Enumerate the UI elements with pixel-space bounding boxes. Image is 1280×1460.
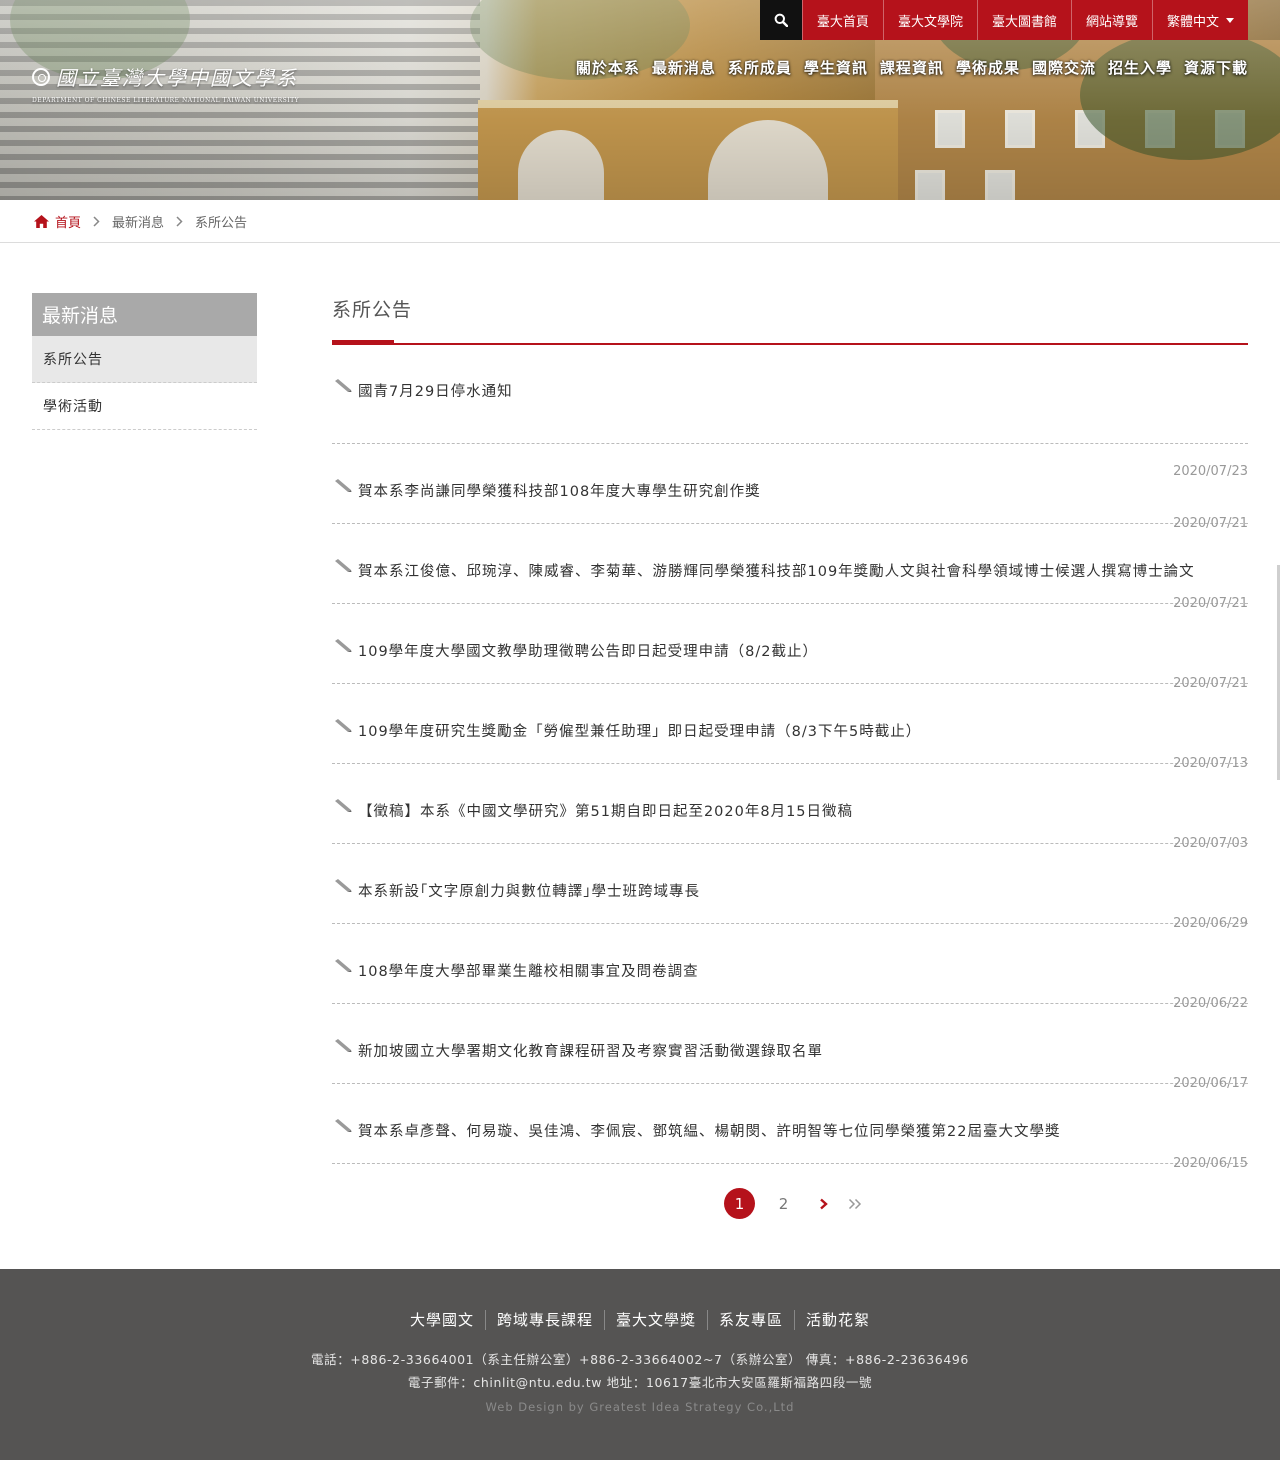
nav-student-info[interactable]: 學生資訊 (804, 57, 868, 78)
breadcrumb-current: 系所公告 (195, 215, 248, 231)
announcement-title[interactable]: 賀本系李尚謙同學榮獲科技部108年度大專學生研究創作獎 (358, 480, 1238, 501)
pagination: 1 2 (724, 1188, 876, 1219)
announcement-title[interactable]: 賀本系卓彥聲、何易璇、吳佳鴻、李佩宸、鄧筑緼、楊朝閔、許明智等七位同學榮獲第22… (358, 1120, 1238, 1141)
announcement-title[interactable]: 109學年度研究生獎勵金「勞僱型兼任助理」即日起受理申請（8/3下午5時截止） (358, 720, 1238, 741)
page-1-button[interactable]: 1 (724, 1188, 755, 1219)
footer-credit: Web Design by Greatest Idea Strategy Co.… (485, 1400, 795, 1414)
breadcrumb-news[interactable]: 最新消息 (112, 212, 164, 231)
nav-research[interactable]: 學術成果 (956, 57, 1020, 78)
nav-about[interactable]: 關於本系 (576, 57, 640, 78)
pencil-icon (335, 639, 352, 652)
list-item[interactable]: 109學年度大學國文教學助理徵聘公告即日起受理申請（8/2截止） 2020/07… (332, 604, 1248, 691)
announcement-title[interactable]: 109學年度大學國文教學助理徵聘公告即日起受理申請（8/2截止） (358, 640, 1238, 661)
footer-link-alumni[interactable]: 系友專區 (707, 1310, 794, 1330)
header-banner: 國立臺灣大學中國文學系 DEPARTMENT OF CHINESE LITERA… (0, 0, 1280, 200)
pencil-icon (335, 479, 352, 492)
main-content: 系所公告 國青7月29日停水通知 2020/07/23 賀本系李尚謙同學榮獲科技… (332, 293, 1248, 1171)
chevron-right-icon (819, 1198, 828, 1209)
footer-contact-address: 電子郵件：chinlit@ntu.edu.tw 地址：10617臺北市大安區羅斯… (407, 1375, 873, 1390)
site-logo[interactable]: 國立臺灣大學中國文學系 DEPARTMENT OF CHINESE LITERA… (32, 62, 299, 104)
top-link-college-of-liberal-arts[interactable]: 臺大文學院 (882, 0, 977, 40)
breadcrumb-home[interactable]: 首頁 (34, 212, 81, 231)
footer-link-cross-domain-courses[interactable]: 跨域專長課程 (484, 1310, 604, 1330)
footer: 大學國文 跨域專長課程 臺大文學獎 系友專區 活動花絮 電話：+886-2-33… (0, 1269, 1280, 1460)
list-item[interactable]: 109學年度研究生獎勵金「勞僱型兼任助理」即日起受理申請（8/3下午5時截止） … (332, 684, 1248, 771)
list-item[interactable]: 賀本系卓彥聲、何易璇、吳佳鴻、李佩宸、鄧筑緼、楊朝閔、許明智等七位同學榮獲第22… (332, 1084, 1248, 1171)
nav-international[interactable]: 國際交流 (1032, 57, 1096, 78)
page-2-button[interactable]: 2 (768, 1188, 799, 1219)
pencil-icon (335, 379, 352, 392)
language-select[interactable]: 繁體中文 (1151, 0, 1248, 40)
nav-downloads[interactable]: 資源下載 (1184, 57, 1248, 78)
footer-link-gallery[interactable]: 活動花絮 (794, 1310, 881, 1330)
top-link-ntu-library[interactable]: 臺大圖書館 (976, 0, 1071, 40)
list-item[interactable]: 賀本系李尚謙同學榮獲科技部108年度大專學生研究創作獎 2020/07/21 (332, 444, 1248, 531)
search-button[interactable] (759, 0, 802, 40)
page-title: 系所公告 (332, 299, 413, 321)
next-page-button[interactable] (812, 1188, 834, 1219)
top-utility-bar: 臺大首頁 臺大文學院 臺大圖書館 網站導覽 繁體中文 (759, 0, 1248, 40)
logo-english-name: DEPARTMENT OF CHINESE LITERATURE NATIONA… (32, 97, 300, 104)
breadcrumb: 首頁 最新消息 系所公告 (0, 200, 1280, 243)
announcement-title[interactable]: 賀本系江俊億、邱琬淳、陳威睿、李菊華、游勝輝同學榮獲科技部109年獎勵人文與社會… (358, 560, 1238, 581)
nav-admissions[interactable]: 招生入學 (1108, 57, 1172, 78)
nav-members[interactable]: 系所成員 (728, 57, 792, 78)
pencil-icon (335, 879, 352, 892)
caret-down-icon (1226, 17, 1234, 23)
sidebar-heading: 最新消息 (32, 293, 257, 336)
announcement-title[interactable]: 國青7月29日停水通知 (358, 380, 1238, 401)
double-chevron-right-icon (848, 1198, 862, 1209)
ntu-seal-icon (32, 67, 50, 86)
chevron-right-icon (93, 215, 100, 227)
list-item[interactable]: 國青7月29日停水通知 2020/07/23 (332, 345, 1248, 479)
sidebar-item-academic-events[interactable]: 學術活動 (32, 383, 257, 430)
announcement-title[interactable]: 108學年度大學部畢業生離校相關事宜及問卷調查 (358, 960, 1238, 981)
top-link-sitemap[interactable]: 網站導覽 (1070, 0, 1152, 40)
search-icon (774, 13, 788, 27)
list-item[interactable]: 賀本系江俊億、邱琬淳、陳威睿、李菊華、游勝輝同學榮獲科技部109年獎勵人文與社會… (332, 524, 1248, 611)
last-page-button[interactable] (844, 1188, 866, 1219)
footer-link-university-chinese[interactable]: 大學國文 (399, 1310, 485, 1330)
list-item[interactable]: 108學年度大學部畢業生離校相關事宜及問卷調查 2020/06/22 (332, 924, 1248, 1011)
top-link-ntu-home[interactable]: 臺大首頁 (801, 0, 883, 40)
main-nav: 關於本系 最新消息 系所成員 學生資訊 課程資訊 學術成果 國際交流 招生入學 … (576, 57, 1248, 78)
announcement-list: 國青7月29日停水通知 2020/07/23 賀本系李尚謙同學榮獲科技部108年… (332, 345, 1248, 1171)
footer-link-literature-award[interactable]: 臺大文學獎 (603, 1310, 707, 1330)
pencil-icon (335, 1039, 352, 1052)
list-item[interactable]: 新加坡國立大學署期文化教育課程研習及考察實習活動徵選錄取名單 2020/06/1… (332, 1004, 1248, 1091)
nav-courses[interactable]: 課程資訊 (880, 57, 944, 78)
footer-contact-phone: 電話：+886-2-33664001（系主任辦公室）+886-2-3366400… (311, 1352, 969, 1367)
announcement-title[interactable]: 新加坡國立大學署期文化教育課程研習及考察實習活動徵選錄取名單 (358, 1040, 1238, 1061)
sidebar: 最新消息 系所公告 學術活動 (32, 293, 257, 430)
home-icon (34, 214, 49, 228)
pencil-icon (335, 559, 352, 572)
list-item[interactable]: 【徵稿】本系《中國文學研究》第51期自即日起至2020年8月15日徵稿 2020… (332, 764, 1248, 851)
pencil-icon (335, 719, 352, 732)
breadcrumb-home-label: 首頁 (55, 215, 82, 231)
sidebar-item-announcements[interactable]: 系所公告 (32, 336, 257, 383)
pencil-icon (335, 799, 352, 812)
pencil-icon (335, 1119, 352, 1132)
language-label: 繁體中文 (1166, 14, 1219, 30)
nav-news[interactable]: 最新消息 (652, 57, 716, 78)
announcement-title[interactable]: 本系新設｢文字原創力與數位轉譯｣學士班跨域專長 (358, 880, 1238, 901)
pencil-icon (335, 959, 352, 972)
chevron-right-icon (176, 215, 183, 227)
footer-links: 大學國文 跨域專長課程 臺大文學獎 系友專區 活動花絮 (0, 1310, 1280, 1330)
announcement-date: 2020/06/15 (1173, 1156, 1248, 1171)
logo-name: 國立臺灣大學中國文學系 (56, 66, 298, 90)
list-item[interactable]: 本系新設｢文字原創力與數位轉譯｣學士班跨域專長 2020/06/29 (332, 844, 1248, 931)
announcement-title[interactable]: 【徵稿】本系《中國文學研究》第51期自即日起至2020年8月15日徵稿 (358, 800, 1238, 821)
